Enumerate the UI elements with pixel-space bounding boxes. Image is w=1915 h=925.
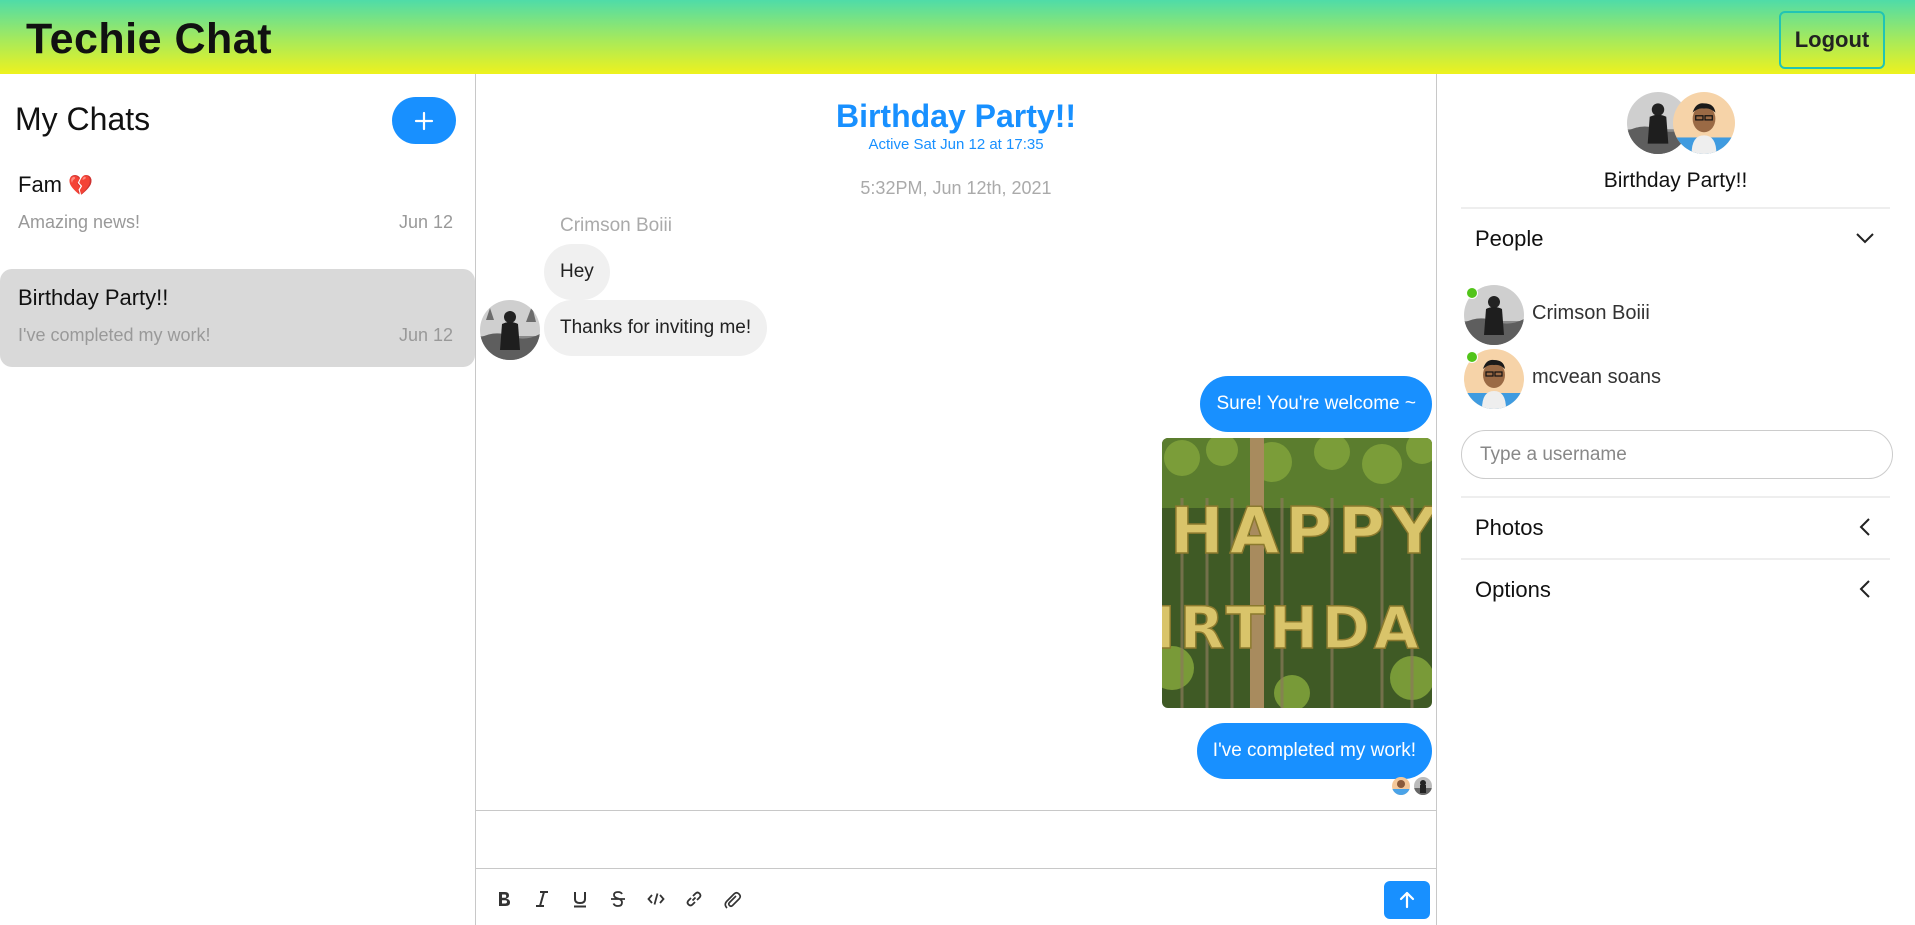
new-chat-button[interactable] bbox=[392, 97, 456, 144]
person-name: mcvean soans bbox=[1532, 366, 1661, 388]
code-icon bbox=[647, 893, 665, 905]
chevron-left-icon bbox=[1859, 518, 1870, 536]
section-label: Photos bbox=[1475, 515, 1544, 540]
svg-text:IRTHDA: IRTHDA bbox=[1162, 594, 1423, 662]
group-avatars bbox=[1627, 92, 1737, 154]
chat-card-preview: I've completed my work! bbox=[18, 325, 211, 345]
bold-button[interactable] bbox=[492, 887, 516, 911]
chat-card-name: Fam 💔 bbox=[18, 172, 93, 197]
italic-icon bbox=[536, 891, 548, 907]
section-label: People bbox=[1475, 226, 1544, 251]
online-status-dot bbox=[1466, 287, 1478, 299]
logout-button[interactable]: Logout bbox=[1779, 11, 1885, 69]
incoming-message: Thanks for inviting me! bbox=[544, 300, 768, 356]
photos-section-toggle[interactable]: Photos bbox=[1461, 496, 1890, 554]
code-button[interactable] bbox=[644, 887, 668, 911]
broken-heart-icon: 💔 bbox=[68, 175, 93, 197]
underline-icon bbox=[574, 892, 586, 908]
options-section-toggle[interactable]: Options bbox=[1461, 558, 1890, 616]
sidebar-title: My Chats bbox=[15, 101, 151, 137]
chat-card-preview: Amazing news! bbox=[18, 212, 141, 232]
chat-title: Birthday Party!! bbox=[835, 98, 1077, 134]
link-button[interactable] bbox=[682, 887, 706, 911]
chat-activity-status: Active Sat Jun 12 at 17:35 bbox=[868, 136, 1044, 153]
chevron-left-icon bbox=[1859, 580, 1870, 598]
send-button[interactable] bbox=[1384, 881, 1430, 919]
person-name: Crimson Boiii bbox=[1532, 302, 1650, 324]
reader-avatar bbox=[1414, 777, 1432, 795]
italic-button[interactable] bbox=[530, 887, 554, 911]
read-receipts bbox=[1392, 777, 1432, 795]
app-header: Techie Chat Logout bbox=[0, 0, 1915, 74]
message-composer bbox=[476, 810, 1436, 925]
chat-details-panel: Birthday Party!! People Crimson Boiii mc… bbox=[1437, 74, 1915, 925]
outgoing-message: Sure! You're welcome ~ bbox=[1200, 376, 1432, 432]
birthday-photo[interactable]: HAPPY IRTHDA bbox=[1162, 438, 1432, 708]
plus-icon bbox=[414, 111, 434, 130]
chat-card-date: Jun 12 bbox=[398, 325, 453, 345]
chevron-down-icon bbox=[1856, 233, 1874, 244]
chat-card-name: Birthday Party!! bbox=[18, 285, 169, 310]
strikethrough-icon bbox=[611, 891, 625, 907]
section-label: Options bbox=[1475, 577, 1551, 602]
svg-text:HAPPY: HAPPY bbox=[1170, 495, 1432, 569]
chat-card-fam[interactable]: Fam 💔 Amazing news! Jun 12 bbox=[0, 156, 475, 254]
reader-avatar bbox=[1392, 777, 1410, 795]
message-timestamp: 5:32PM, Jun 12th, 2021 bbox=[860, 178, 1052, 198]
arrow-up-icon bbox=[1399, 891, 1415, 909]
incoming-message: Hey bbox=[544, 244, 610, 300]
people-section-toggle[interactable]: People bbox=[1461, 207, 1890, 265]
person-item[interactable]: mcvean soans bbox=[1464, 349, 1884, 409]
member-avatar bbox=[1673, 92, 1735, 154]
app-title: Techie Chat bbox=[26, 15, 273, 63]
bold-icon bbox=[499, 892, 510, 906]
details-title: Birthday Party!! bbox=[1603, 169, 1748, 192]
underline-button[interactable] bbox=[568, 887, 592, 911]
username-input[interactable] bbox=[1461, 430, 1893, 479]
online-status-dot bbox=[1466, 351, 1478, 363]
chat-feed: Birthday Party!! Active Sat Jun 12 at 17… bbox=[476, 74, 1437, 925]
sender-name: Crimson Boiii bbox=[560, 215, 672, 236]
paperclip-icon bbox=[724, 891, 742, 909]
person-item[interactable]: Crimson Boiii bbox=[1464, 285, 1884, 345]
strikethrough-button[interactable] bbox=[606, 887, 630, 911]
chat-list-sidebar: My Chats Fam 💔 Amazing news! Jun 12 Birth… bbox=[0, 74, 476, 925]
outgoing-message: I've completed my work! bbox=[1196, 723, 1432, 779]
sender-avatar[interactable] bbox=[480, 300, 540, 360]
chat-card-date: Jun 12 bbox=[398, 212, 453, 232]
message-input[interactable] bbox=[476, 811, 1436, 869]
chat-card-birthday-party[interactable]: Birthday Party!! I've completed my work!… bbox=[0, 269, 475, 367]
link-icon bbox=[686, 891, 702, 907]
formatting-toolbar bbox=[492, 887, 744, 911]
attach-button[interactable] bbox=[720, 887, 744, 911]
